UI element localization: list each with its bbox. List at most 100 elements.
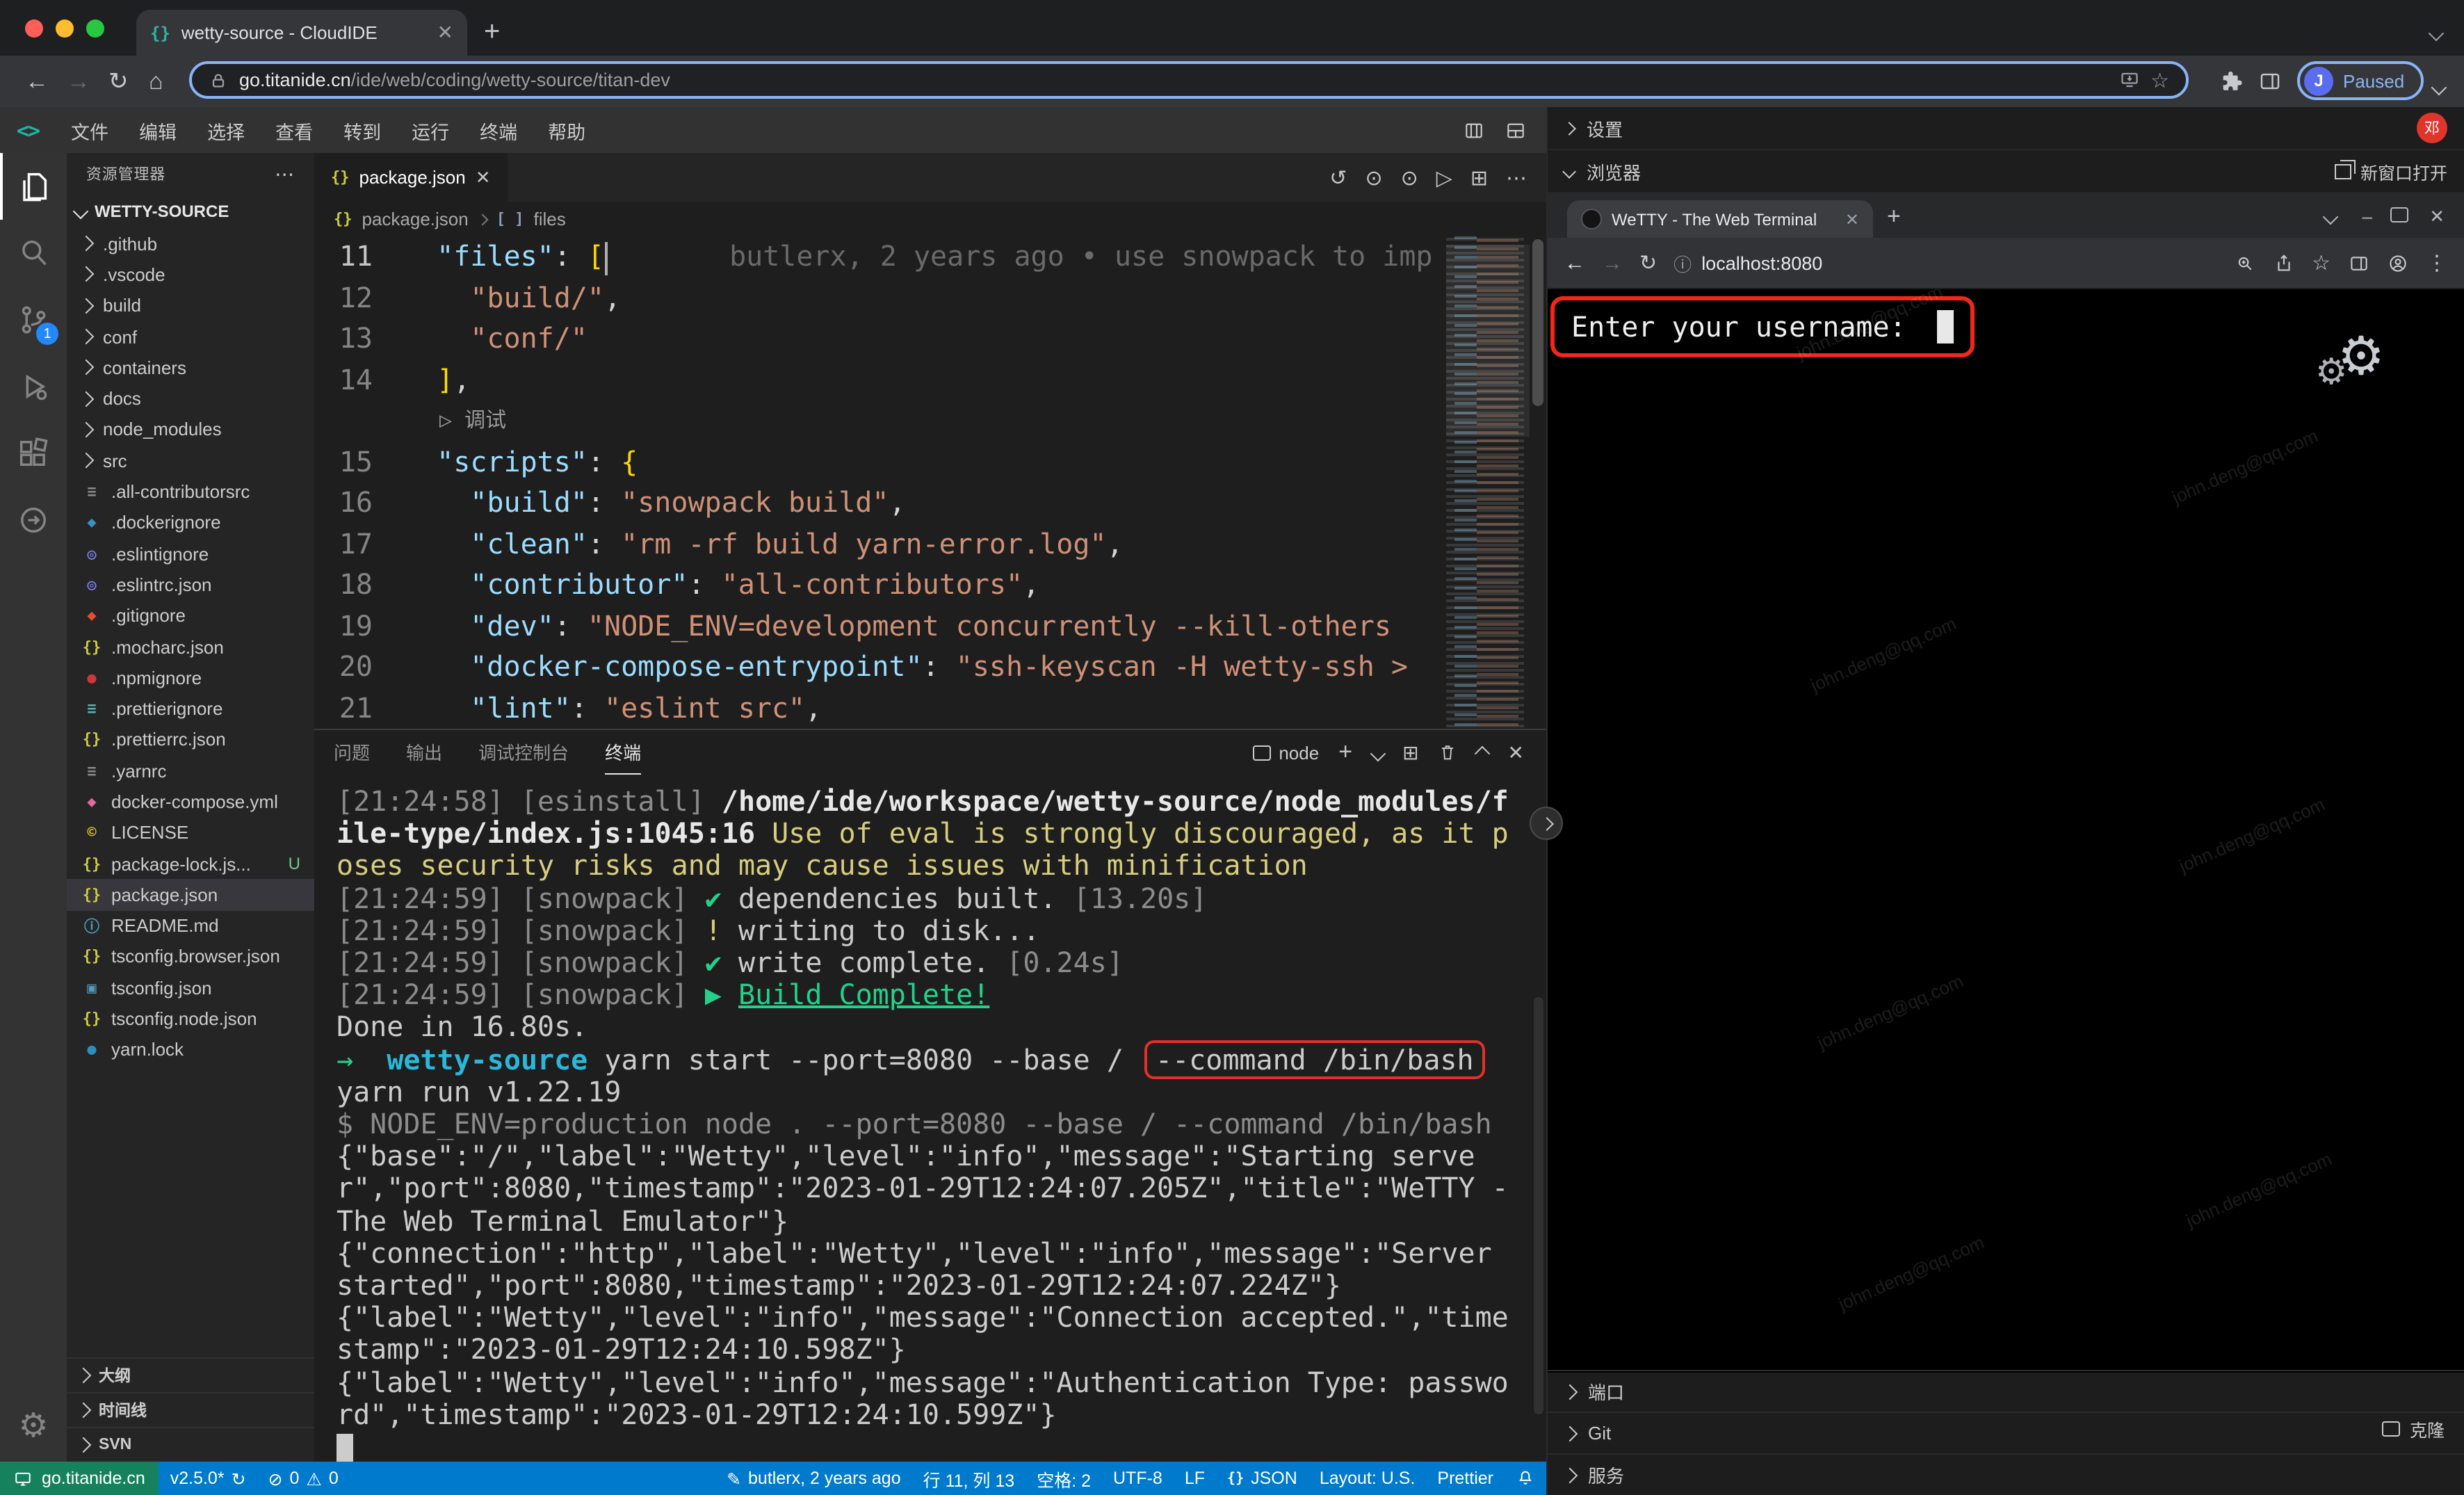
- bookmark-star-icon[interactable]: ☆: [2150, 67, 2169, 92]
- tree-file[interactable]: ◆.gitignore: [67, 600, 314, 631]
- tree-file[interactable]: ≡.yarnrc: [67, 755, 314, 786]
- prev-change-icon[interactable]: ⊙: [1365, 165, 1382, 190]
- panel-tab[interactable]: 问题: [334, 730, 370, 773]
- code-line[interactable]: 19 "dev": "NODE_ENV=development concurre…: [314, 606, 1546, 647]
- layout-item[interactable]: Layout: U.S.: [1308, 1469, 1427, 1488]
- tab-close-icon[interactable]: ✕: [437, 21, 453, 45]
- tree-file[interactable]: ●yarn.lock: [67, 1034, 314, 1065]
- maximize-panel-icon[interactable]: [1477, 741, 1489, 763]
- sidebar-section[interactable]: 时间线: [67, 1392, 314, 1427]
- code-line[interactable]: 17 "clean": "rm -rf build yarn-error.log…: [314, 524, 1546, 565]
- right-panel-section[interactable]: 服务: [1548, 1453, 2464, 1495]
- tree-file[interactable]: ◎.eslintignore: [67, 538, 314, 569]
- panel-tab[interactable]: 输出: [406, 730, 442, 773]
- remote-indicator[interactable]: go.titanide.cn: [0, 1462, 159, 1495]
- mini-reload-icon[interactable]: ↻: [1639, 250, 1657, 275]
- zoom-icon[interactable]: [2234, 252, 2255, 273]
- right-panel-section[interactable]: 端口: [1548, 1370, 2464, 1412]
- mini-tab-close-icon[interactable]: ✕: [1845, 209, 1859, 229]
- remote-explorer-icon[interactable]: [0, 487, 67, 553]
- browser-menu-icon[interactable]: [2433, 75, 2445, 100]
- code-line[interactable]: 18 "contributor": "all-contributors",: [314, 565, 1546, 606]
- panel-tab[interactable]: 调试控制台: [478, 730, 569, 773]
- mini-chevron-down-icon[interactable]: [2325, 207, 2336, 225]
- code-line[interactable]: 13 "conf/": [314, 318, 1546, 359]
- minimap-viewport[interactable]: [1446, 245, 1530, 437]
- back-icon[interactable]: ←: [25, 68, 49, 96]
- kill-terminal-icon[interactable]: [1438, 743, 1458, 762]
- tree-file[interactable]: ●.npmignore: [67, 662, 314, 693]
- split-terminal-icon[interactable]: ⊞: [1402, 741, 1418, 764]
- code-line[interactable]: 14 ],: [314, 359, 1546, 401]
- open-new-window-button[interactable]: 新窗口打开: [2335, 158, 2447, 184]
- codelens-line[interactable]: ▷ 调试: [314, 401, 1546, 442]
- menu-item[interactable]: 编辑: [124, 116, 192, 144]
- code-line[interactable]: 12 "build/",: [314, 277, 1546, 318]
- tree-folder[interactable]: node_modules: [67, 414, 314, 446]
- menu-item[interactable]: 运行: [396, 116, 464, 144]
- encoding-item[interactable]: UTF-8: [1102, 1469, 1174, 1488]
- editor-scrollbar[interactable]: [1530, 236, 1546, 729]
- mini-menu-icon[interactable]: ⋮: [2426, 250, 2447, 275]
- tree-folder[interactable]: build: [67, 290, 314, 321]
- sidebar-section[interactable]: 大纲: [67, 1357, 314, 1392]
- run-debug-icon[interactable]: [0, 353, 67, 420]
- address-bar[interactable]: go.titanide.cn/ide/web/coding/wetty-sour…: [189, 61, 2189, 99]
- sidebar-more-icon[interactable]: ⋯: [275, 162, 295, 186]
- breadcrumb-file[interactable]: package.json: [362, 209, 469, 229]
- cursor-position-item[interactable]: 行 11, 列 13: [912, 1465, 1026, 1492]
- tree-file[interactable]: {}tsconfig.browser.json: [67, 942, 314, 973]
- mini-profile-icon[interactable]: [2388, 252, 2408, 273]
- reload-icon[interactable]: ↻: [108, 68, 129, 96]
- explorer-icon[interactable]: [0, 153, 67, 220]
- mini-side-panel-icon[interactable]: [2349, 252, 2369, 273]
- eol-item[interactable]: LF: [1174, 1469, 1216, 1488]
- code-editor[interactable]: 11 "files": [butlerx, 2 years ago • use …: [314, 236, 1546, 729]
- home-icon[interactable]: ⌂: [149, 68, 163, 96]
- tree-file[interactable]: ≡.all-contributorsrc: [67, 476, 314, 508]
- tree-folder[interactable]: src: [67, 445, 314, 476]
- terminal-profile-select[interactable]: node: [1252, 742, 1319, 763]
- next-change-icon[interactable]: ⊙: [1401, 165, 1418, 190]
- tab-search-icon[interactable]: [2431, 21, 2442, 46]
- tree-file[interactable]: {}.mocharc.json: [67, 631, 314, 663]
- mini-back-icon[interactable]: ←: [1564, 251, 1585, 275]
- menu-item[interactable]: 终端: [464, 116, 533, 144]
- menu-item[interactable]: 转到: [328, 116, 396, 144]
- breadcrumb-node[interactable]: files: [534, 209, 566, 229]
- mini-browser-tab[interactable]: WeTTY - The Web Terminal ✕: [1567, 200, 1873, 238]
- tree-file[interactable]: ◆.dockerignore: [67, 507, 314, 538]
- user-avatar-badge[interactable]: 邓: [2417, 113, 2447, 143]
- extensions-puzzle-icon[interactable]: [2219, 70, 2243, 93]
- new-terminal-icon[interactable]: +: [1338, 738, 1352, 766]
- profile-paused-button[interactable]: J Paused: [2297, 61, 2424, 100]
- tree-folder[interactable]: docs: [67, 383, 314, 414]
- tree-file[interactable]: {}package.json: [67, 879, 314, 910]
- sidebar-section[interactable]: SVN: [67, 1427, 314, 1462]
- browser-tab[interactable]: {} wetty-source - CloudIDE ✕: [136, 10, 467, 56]
- menu-item[interactable]: 文件: [56, 116, 124, 144]
- close-panel-icon[interactable]: ✕: [1508, 741, 1524, 764]
- minimize-window-icon[interactable]: [56, 19, 74, 38]
- install-app-icon[interactable]: [2118, 70, 2139, 90]
- tree-file[interactable]: {}tsconfig.node.json: [67, 1003, 314, 1035]
- expand-right-panel-button[interactable]: [1530, 807, 1563, 840]
- minimap[interactable]: [1446, 236, 1530, 729]
- tree-folder[interactable]: containers: [67, 352, 314, 383]
- version-item[interactable]: v2.5.0* ↻: [159, 1468, 257, 1489]
- mini-forward-icon[interactable]: →: [1602, 251, 1623, 275]
- git-blame-item[interactable]: ✎ butlerx, 2 years ago: [715, 1468, 912, 1489]
- mini-bookmark-icon[interactable]: ☆: [2312, 250, 2331, 275]
- code-line[interactable]: 21 "lint": "eslint src",: [314, 688, 1546, 729]
- mini-new-tab-icon[interactable]: +: [1887, 203, 1901, 231]
- mini-maximize-icon[interactable]: [2390, 207, 2408, 225]
- tree-folder[interactable]: .vscode: [67, 259, 314, 291]
- forward-icon[interactable]: →: [67, 68, 90, 96]
- search-icon[interactable]: [0, 220, 67, 286]
- code-line[interactable]: 16 "build": "snowpack build",: [314, 483, 1546, 524]
- site-info-icon[interactable]: ⓘ: [1673, 250, 1692, 276]
- breadcrumb[interactable]: {} package.json [ ] files: [314, 202, 1546, 236]
- mini-url[interactable]: ⓘ localhost:8080: [1673, 250, 2217, 276]
- tree-file[interactable]: ◎.eslintrc.json: [67, 569, 314, 601]
- run-file-icon[interactable]: ▷: [1436, 165, 1452, 190]
